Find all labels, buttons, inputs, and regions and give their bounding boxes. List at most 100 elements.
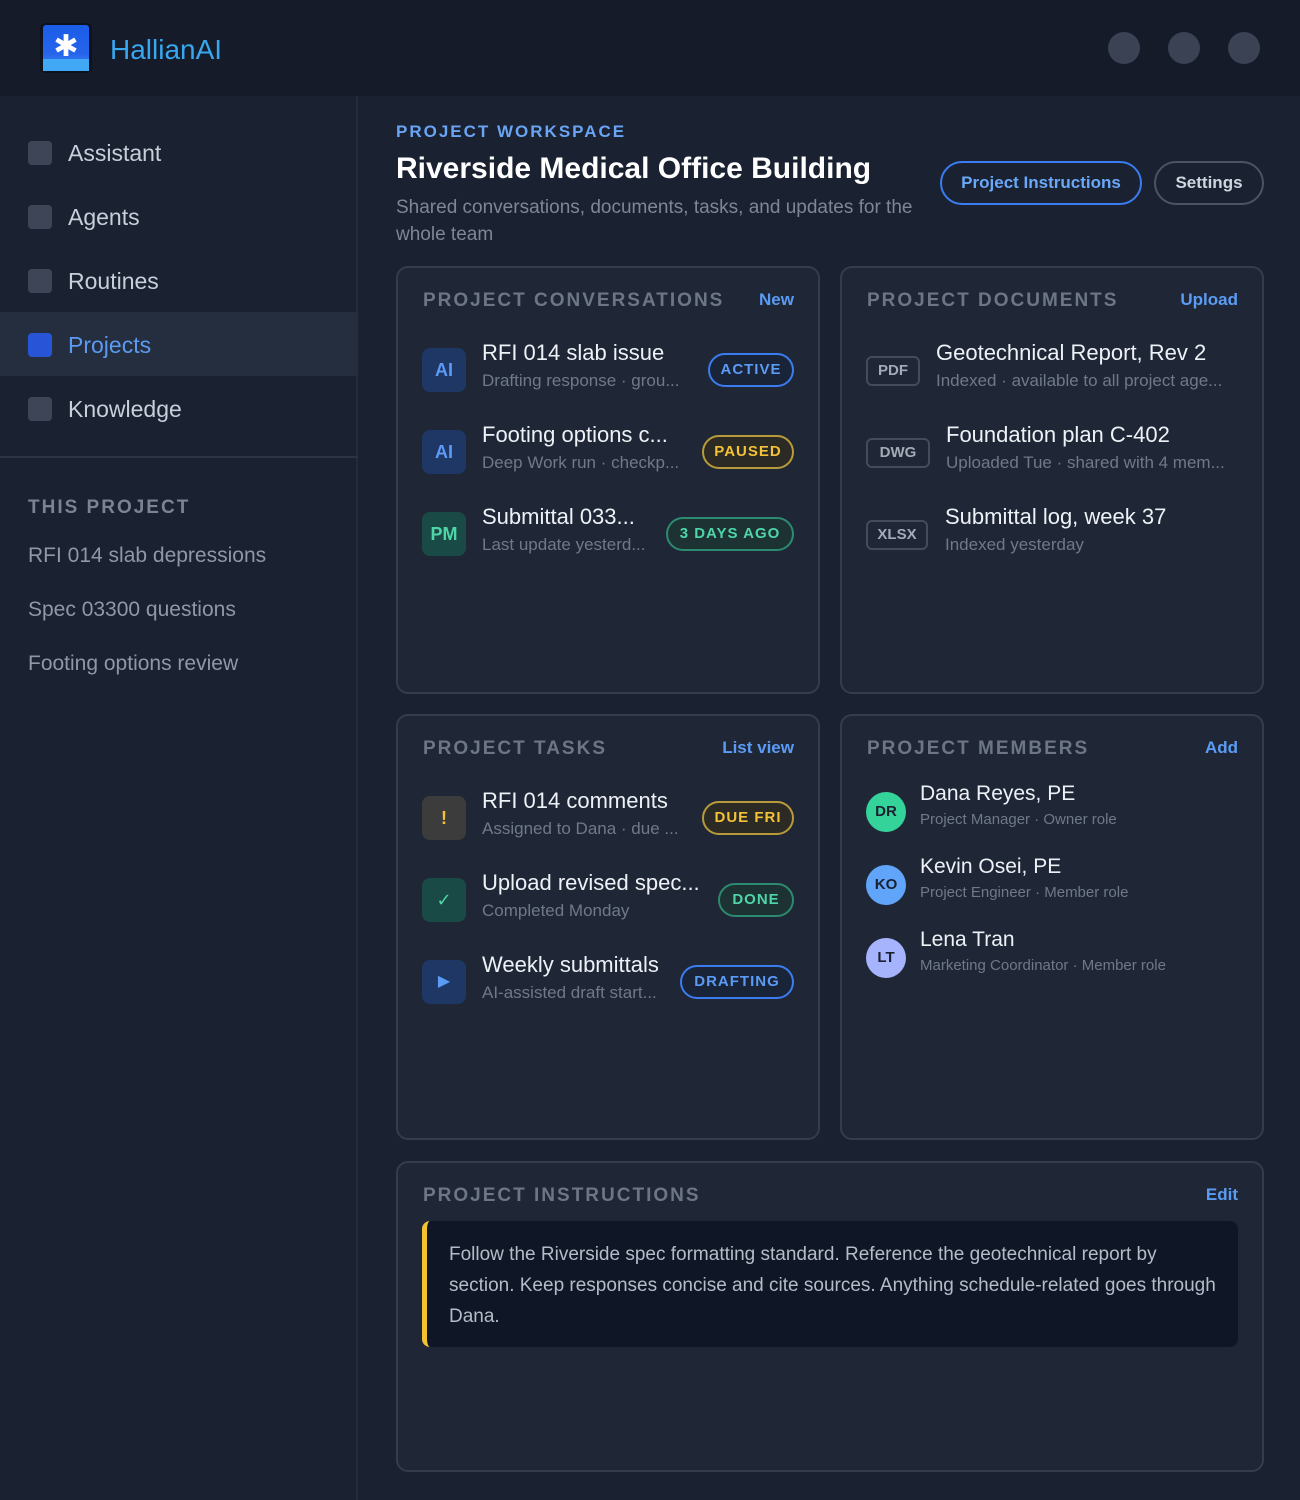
sidebar-item-label: Knowledge [68, 396, 182, 422]
top-bar: ✱ HallianAI [0, 0, 1300, 96]
conversation-title: Footing options c... [482, 422, 668, 447]
status-badge: 3 DAYS AGO [666, 517, 794, 551]
member-item[interactable]: KO Kevin Osei, PE Project Engineer · Mem… [866, 855, 1242, 925]
card-heading: PROJECT CONVERSATIONS [423, 290, 725, 311]
avatar: DR [866, 792, 906, 832]
new-conversation-button[interactable]: New [759, 290, 794, 310]
pdf-file-icon: PDF [866, 356, 920, 386]
card-heading: PROJECT INSTRUCTIONS [423, 1185, 701, 1206]
document-title: Submittal log, week 37 [945, 504, 1167, 529]
status-badge: DRAFTING [680, 965, 794, 999]
task-title: RFI 014 comments [482, 788, 668, 813]
task-title: Upload revised spec... [482, 870, 700, 895]
sidebar-item-label: Routines [68, 268, 159, 294]
ai-avatar: AI [422, 430, 466, 474]
task-title: Weekly submittals [482, 952, 659, 977]
sidebar-item-label: Agents [68, 204, 140, 230]
sidebar-item-assistant[interactable]: Assistant [0, 120, 358, 184]
task-subtitle: AI-assisted draft start... [482, 983, 657, 1002]
add-member-button[interactable]: Add [1205, 738, 1238, 758]
document-item[interactable]: XLSX Submittal log, week 37 Indexed yest… [866, 504, 1242, 572]
sidebar-item-knowledge[interactable]: Knowledge [0, 376, 358, 440]
status-badge: DONE [718, 883, 794, 917]
ai-avatar: AI [422, 348, 466, 392]
sidebar-item-label: Projects [68, 332, 152, 358]
task-item[interactable]: ✓ Upload revised spec... Completed Monda… [422, 870, 794, 938]
status-badge: ACTIVE [708, 353, 794, 387]
pm-avatar: PM [422, 512, 466, 556]
upload-button[interactable]: Upload [1180, 290, 1238, 310]
task-subtitle: Assigned to Dana · due ... [482, 819, 679, 838]
edit-instructions-button[interactable]: Edit [1206, 1185, 1238, 1205]
conversation-title: Submittal 033... [482, 504, 635, 529]
agents-icon [28, 205, 52, 229]
members-card: PROJECT MEMBERS Add DR Dana Reyes, PE Pr… [840, 714, 1264, 1140]
check-icon: ✓ [422, 878, 466, 922]
avatar: LT [866, 938, 906, 978]
instructions-callout: Follow the Riverside spec formatting sta… [422, 1221, 1238, 1347]
documents-card: PROJECT DOCUMENTS Upload PDF Geotechnica… [840, 266, 1264, 694]
notifications-icon[interactable] [1108, 32, 1140, 64]
task-item[interactable]: ! RFI 014 comments Assigned to Dana · du… [422, 788, 794, 856]
task-item[interactable]: ▶ Weekly submittals AI-assisted draft st… [422, 952, 794, 1020]
user-avatar[interactable] [1228, 32, 1260, 64]
instructions-card: PROJECT INSTRUCTIONS Edit Follow the Riv… [396, 1161, 1264, 1472]
help-icon[interactable] [1168, 32, 1200, 64]
conversation-item[interactable]: AI RFI 014 slab issue Drafting response … [422, 340, 794, 408]
member-role: Project Engineer · Member role [920, 884, 1129, 901]
document-subtitle: Uploaded Tue · shared with 4 mem... [946, 453, 1225, 472]
member-item[interactable]: DR Dana Reyes, PE Project Manager · Owne… [866, 782, 1242, 852]
member-name: Kevin Osei, PE [920, 855, 1062, 878]
document-title: Geotechnical Report, Rev 2 [936, 340, 1207, 365]
xlsx-file-icon: XLSX [866, 520, 928, 550]
task-subtitle: Completed Monday [482, 901, 630, 920]
conversation-item[interactable]: AI Footing options c... Deep Work run · … [422, 422, 794, 490]
document-subtitle: Indexed · available to all project age..… [936, 371, 1223, 390]
project-link[interactable]: RFI 014 slab depressions [28, 544, 266, 568]
alert-icon: ! [422, 796, 466, 840]
brand-name: HallianAI [110, 34, 223, 65]
play-icon: ▶ [422, 960, 466, 1004]
conversation-item[interactable]: PM Submittal 033... Last update yesterd.… [422, 504, 794, 572]
conversation-title: RFI 014 slab issue [482, 340, 665, 365]
dwg-file-icon: DWG [866, 438, 930, 468]
sidebar: Assistant Agents Routines Projects Knowl… [0, 96, 358, 1500]
assistant-icon [28, 141, 52, 165]
settings-button[interactable]: Settings [1154, 161, 1264, 205]
logo-icon[interactable]: ✱ [40, 23, 92, 73]
status-badge: DUE FRI [702, 801, 794, 835]
projects-icon [28, 333, 52, 357]
sidebar-divider [0, 456, 358, 458]
routines-icon [28, 269, 52, 293]
knowledge-icon [28, 397, 52, 421]
sidebar-item-agents[interactable]: Agents [0, 184, 358, 248]
project-instructions-button[interactable]: Project Instructions [940, 161, 1142, 205]
document-item[interactable]: PDF Geotechnical Report, Rev 2 Indexed ·… [866, 340, 1242, 408]
conversation-subtitle: Deep Work run · checkp... [482, 453, 680, 472]
card-heading: PROJECT DOCUMENTS [867, 290, 1119, 311]
member-name: Lena Tran [920, 928, 1015, 951]
page-eyebrow: PROJECT WORKSPACE [396, 122, 627, 141]
project-link[interactable]: Footing options review [28, 652, 238, 676]
sidebar-item-label: Assistant [68, 140, 162, 166]
member-role: Project Manager · Owner role [920, 811, 1117, 828]
member-item[interactable]: LT Lena Tran Marketing Coordinator · Mem… [866, 928, 1242, 998]
document-subtitle: Indexed yesterday [945, 535, 1084, 554]
sidebar-item-projects[interactable]: Projects [0, 312, 358, 376]
member-name: Dana Reyes, PE [920, 782, 1076, 805]
list-view-button[interactable]: List view [722, 738, 794, 758]
document-title: Foundation plan C-402 [946, 422, 1170, 447]
conversations-card: PROJECT CONVERSATIONS New AI RFI 014 sla… [396, 266, 820, 694]
project-link[interactable]: Spec 03300 questions [28, 598, 236, 622]
card-heading: PROJECT MEMBERS [867, 738, 1090, 759]
instructions-text: Follow the Riverside spec formatting sta… [449, 1244, 1216, 1327]
conversation-subtitle: Last update yesterd... [482, 535, 646, 554]
member-role: Marketing Coordinator · Member role [920, 957, 1166, 974]
sidebar-item-routines[interactable]: Routines [0, 248, 358, 312]
asterisk-icon: ✱ [53, 29, 79, 64]
conversation-subtitle: Drafting response · grou... [482, 371, 680, 390]
avatar: KO [866, 865, 906, 905]
tasks-card: PROJECT TASKS List view ! RFI 014 commen… [396, 714, 820, 1140]
card-heading: PROJECT TASKS [423, 738, 608, 759]
document-item[interactable]: DWG Foundation plan C-402 Uploaded Tue ·… [866, 422, 1242, 490]
